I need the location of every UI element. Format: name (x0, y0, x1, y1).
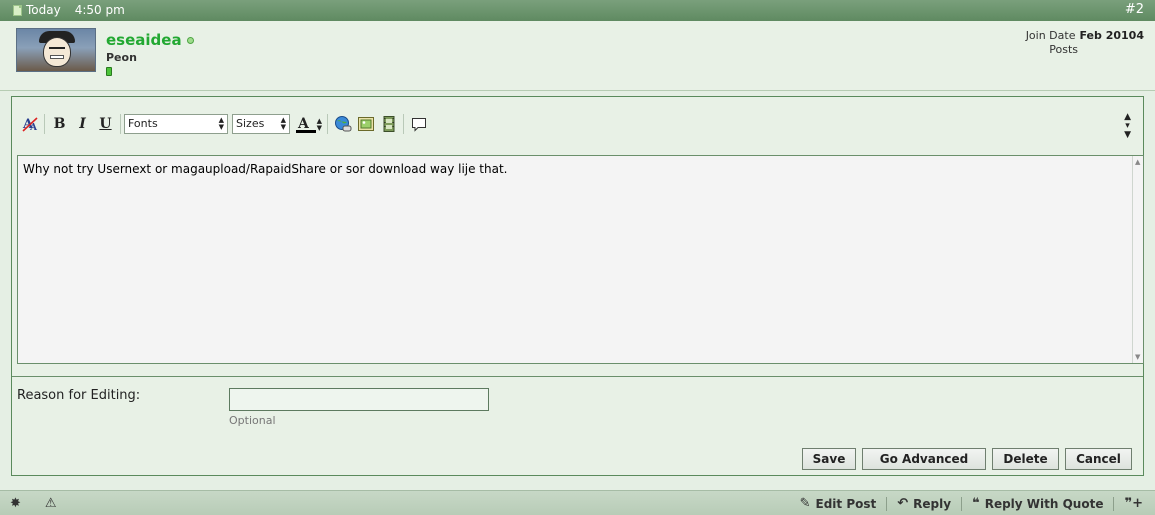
film-icon (383, 116, 394, 132)
reply-label[interactable]: Reply (913, 497, 951, 511)
star-burst-icon[interactable]: ✸ (10, 496, 21, 511)
reason-input[interactable] (229, 388, 489, 411)
italic-button[interactable]: I (71, 113, 94, 135)
insert-video-button[interactable] (377, 113, 400, 135)
post-date: Today 4:50 pm (13, 3, 125, 17)
insert-image-button[interactable] (354, 113, 377, 135)
image-icon (357, 117, 374, 131)
reason-hint: Optional (229, 414, 276, 427)
post-header: Today 4:50 pm #2 (0, 0, 1155, 21)
scroll-up-icon[interactable]: ▲ (1135, 158, 1140, 166)
post-time: 4:50 pm (74, 3, 125, 17)
edit-post-link[interactable]: ✎ Edit Post (800, 496, 877, 511)
select-arrows-icon: ▲ ▼ (280, 116, 286, 131)
reply-with-quote-label[interactable]: Reply With Quote (985, 497, 1104, 511)
speech-bubble-icon (411, 118, 426, 132)
sizes-select-label: Sizes (236, 117, 265, 130)
sizes-select[interactable]: Sizes ▲ ▼ (232, 114, 290, 134)
resize-toggle-icon[interactable]: ▲ ▾ ▼ (1124, 113, 1131, 140)
footer-left-icons: ✸ ⚠ (10, 496, 57, 511)
italic-icon: I (79, 116, 86, 132)
post-footer: ✸ ⚠ ✎ Edit Post ↶ Reply ❝ Reply With Quo… (0, 490, 1155, 515)
reply-arrow-icon: ↶ (897, 496, 909, 511)
insert-quote-button[interactable] (407, 113, 430, 135)
remove-format-button[interactable]: A A (18, 113, 41, 135)
underline-icon: U (99, 116, 112, 132)
post-date-label: Today (26, 3, 61, 17)
username-label[interactable]: eseaidea (106, 31, 182, 49)
scroll-down-icon[interactable]: ▼ (1135, 353, 1140, 361)
edit-post-label[interactable]: Edit Post (816, 497, 877, 511)
reputation-icon[interactable] (106, 67, 112, 76)
avatar[interactable] (16, 28, 96, 72)
editor-toolbar: A A B I U Fonts ▲ ▼ Sizes ▲ ▼ A ▲ ▼ (18, 112, 430, 136)
globe-link-icon (334, 116, 351, 132)
pencil-icon: ✎ (799, 496, 811, 511)
bold-icon: B (53, 116, 66, 132)
posts-label: Posts (1049, 43, 1078, 56)
reply-link[interactable]: ↶ Reply (897, 496, 951, 511)
bold-button[interactable]: B (48, 113, 71, 135)
toolbar-separator (44, 114, 45, 134)
reply-with-quote-link[interactable]: ❝ Reply With Quote (972, 496, 1103, 511)
quick-edit-box: A A B I U Fonts ▲ ▼ Sizes ▲ ▼ A ▲ ▼ ▲ ▾ … (11, 96, 1144, 476)
toolbar-separator (327, 114, 328, 134)
divider (12, 376, 1143, 377)
text-color-button[interactable]: A ▲ ▼ (294, 113, 324, 135)
post-number-link[interactable]: #2 (1125, 2, 1144, 17)
footer-actions: ✎ Edit Post ↶ Reply ❝ Reply With Quote ❞… (800, 496, 1143, 511)
multi-quote-button[interactable]: ❞+ (1124, 496, 1143, 511)
textarea-scrollbar[interactable]: ▲ ▼ (1132, 156, 1143, 363)
user-title: Peon (106, 51, 137, 64)
user-stats: Join Date Feb 20104 Posts (1026, 29, 1144, 57)
remove-format-icon: A A (22, 117, 38, 133)
select-arrows-icon: ▲ ▼ (218, 116, 224, 131)
quote-bubble-icon: ❝ (972, 496, 980, 511)
fonts-select[interactable]: Fonts ▲ ▼ (124, 114, 228, 134)
message-textarea[interactable]: Why not try Usernext or magaupload/Rapai… (17, 155, 1144, 364)
select-arrows-icon: ▲ ▼ (316, 117, 322, 132)
insert-link-button[interactable] (331, 113, 354, 135)
reason-label: Reason for Editing: (17, 388, 141, 403)
warning-icon[interactable]: ⚠ (45, 496, 57, 511)
message-text[interactable]: Why not try Usernext or magaupload/Rapai… (23, 162, 508, 176)
delete-button[interactable]: Delete (992, 448, 1059, 470)
underline-button[interactable]: U (94, 113, 117, 135)
toolbar-separator (120, 114, 121, 134)
user-info: eseaidea Peon Join Date Feb 20104 Posts (0, 21, 1155, 91)
username[interactable]: eseaidea (106, 31, 194, 49)
go-advanced-button[interactable]: Go Advanced (862, 448, 986, 470)
cancel-button[interactable]: Cancel (1065, 448, 1132, 470)
toolbar-separator (403, 114, 404, 134)
multi-quote-icon: ❞+ (1124, 496, 1143, 511)
fonts-select-label: Fonts (128, 117, 158, 130)
save-button[interactable]: Save (802, 448, 856, 470)
join-date-value: Feb 20104 (1079, 29, 1144, 42)
online-status-icon (186, 36, 194, 44)
join-date-label: Join Date (1025, 29, 1076, 42)
document-icon (13, 4, 22, 16)
edit-actions: Save Go Advanced Delete Cancel (802, 448, 1132, 470)
